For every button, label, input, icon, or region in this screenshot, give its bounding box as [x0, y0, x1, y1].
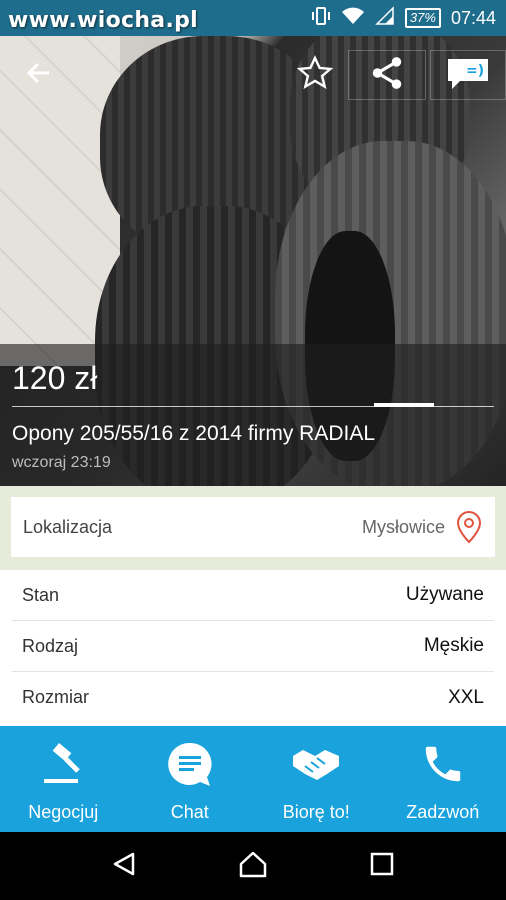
detail-label: Rozmiar [22, 687, 90, 707]
detail-label: Rodzaj [22, 635, 79, 656]
top-toolbar: =) [0, 36, 506, 116]
action-label: Biorę to! [282, 802, 350, 822]
negotiate-button[interactable]: Negocjuj [0, 726, 127, 832]
details-list: Stan Używane Rodzaj Męskie Rozmiar XXL [0, 570, 506, 726]
listing-title: Opony 205/55/16 z 2014 firmy RADIAL [12, 422, 376, 445]
location-card[interactable]: Lokalizacja Mysłowice [11, 497, 495, 557]
price: 120 zł [12, 360, 98, 396]
action-label: Negocjuj [28, 802, 99, 822]
listing-overlay: 120 zł Opony 205/55/16 z 2014 firmy RADI… [0, 344, 506, 486]
back-button[interactable] [14, 50, 64, 100]
call-button[interactable]: Zadzwoń [380, 726, 506, 832]
nav-back-button[interactable] [94, 836, 154, 896]
map-pin-icon [455, 509, 483, 545]
triangle-back-icon [111, 851, 137, 882]
detail-value: XXL [448, 686, 484, 708]
chat-button[interactable]: Chat [127, 726, 254, 832]
gavel-icon [40, 736, 86, 792]
chat-bubble-icon: =) [446, 55, 490, 96]
system-nav-bar [0, 832, 506, 900]
chat-icon [166, 736, 214, 792]
detail-row-rodzaj: Rodzaj Męskie [12, 621, 494, 672]
phone-icon [420, 736, 466, 792]
location-value: Mysłowice [361, 516, 445, 537]
action-bar: Negocjuj Chat Biorę to! Zadzwoń [0, 726, 506, 832]
share-button[interactable] [348, 50, 426, 100]
nav-home-button[interactable] [223, 836, 283, 896]
clock: 07:44 [450, 7, 496, 28]
recents-square-icon [370, 852, 394, 881]
status-bar: www.wiocha.pl 37% 07:44 [0, 0, 506, 36]
detail-row-rozmiar: Rozmiar XXL [12, 672, 494, 723]
wifi-icon [341, 6, 365, 31]
action-label: Chat [170, 802, 209, 822]
listing-date: wczoraj 23:19 [12, 454, 111, 471]
detail-value: Używane [405, 584, 484, 605]
buy-button[interactable]: Biorę to! [253, 726, 380, 832]
action-label: Zadzwoń [406, 802, 480, 822]
share-icon [368, 54, 406, 97]
signal-icon [375, 5, 395, 31]
svg-text:=): =) [466, 63, 484, 79]
location-label: Lokalizacja [23, 516, 113, 537]
arrow-back-icon [25, 59, 53, 92]
handshake-icon [291, 736, 341, 792]
detail-row-stan: Stan Używane [12, 570, 494, 621]
location-section: Lokalizacja Mysłowice [0, 486, 506, 570]
star-outline-icon [296, 54, 334, 97]
watermark: www.wiocha.pl [8, 8, 198, 33]
battery-indicator: 37% [404, 8, 441, 28]
favorite-button[interactable] [290, 50, 340, 100]
photo-page-indicator [374, 403, 434, 407]
message-button[interactable]: =) [430, 50, 506, 100]
detail-label: Stan [22, 584, 60, 605]
vibrate-icon [311, 6, 331, 31]
home-icon [238, 850, 268, 883]
detail-value: Męskie [423, 635, 484, 656]
nav-recents-button[interactable] [352, 836, 412, 896]
